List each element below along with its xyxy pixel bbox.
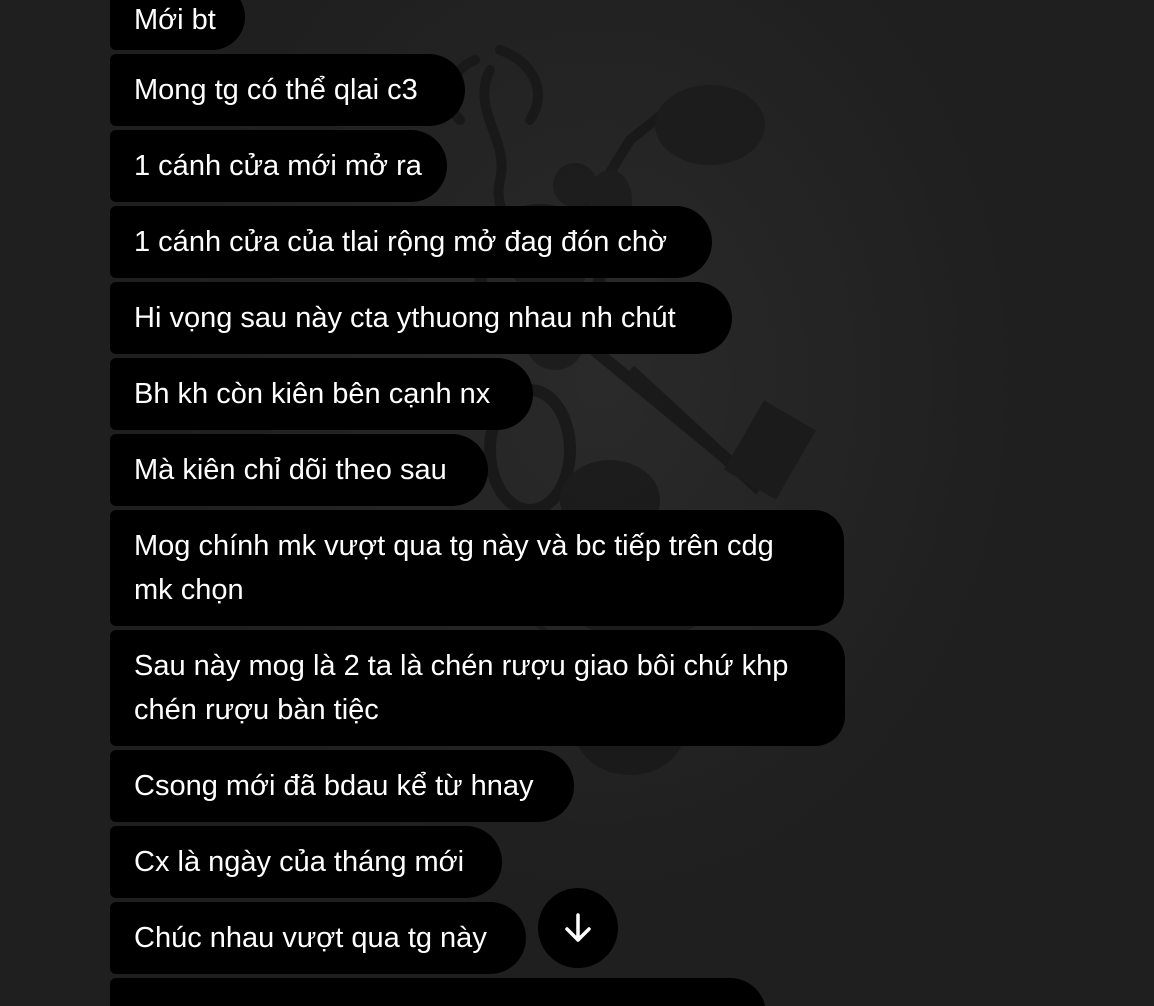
message-bubble-partial[interactable] (110, 978, 766, 1006)
message-bubble[interactable]: Bh kh còn kiên bên cạnh nx (110, 358, 533, 430)
message-bubble[interactable]: 1 cánh cửa mới mở ra (110, 130, 447, 202)
message-bubble[interactable]: Mong tg có thể qlai c3 (110, 54, 465, 126)
message-bubble[interactable]: Mog chính mk vượt qua tg này và bc tiếp … (110, 510, 844, 626)
message-bubble[interactable]: Cx là ngày của tháng mới (110, 826, 502, 898)
message-bubble[interactable]: Sau này mog là 2 ta là chén rượu giao bô… (110, 630, 845, 746)
message-bubble[interactable]: Mới bt (110, 0, 245, 50)
arrow-down-icon (565, 913, 591, 942)
message-bubble[interactable]: Mà kiên chỉ dõi theo sau (110, 434, 488, 506)
scroll-to-bottom-button[interactable] (538, 888, 618, 968)
chat-window: Mới bt Mong tg có thể qlai c3 1 cánh cửa… (0, 0, 1154, 1006)
message-bubble[interactable]: Chúc nhau vượt qua tg này (110, 902, 526, 974)
message-bubble[interactable]: Hi vọng sau này cta ythuong nhau nh chút (110, 282, 732, 354)
message-bubble[interactable]: 1 cánh cửa của tlai rộng mở đag đón chờ (110, 206, 712, 278)
message-bubble[interactable]: Csong mới đã bdau kể từ hnay (110, 750, 574, 822)
